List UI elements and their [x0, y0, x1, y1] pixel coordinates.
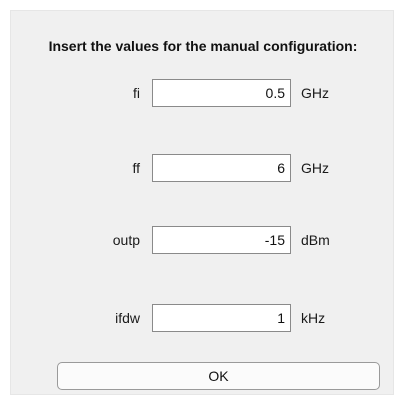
field-row-outp: outp dBm [11, 226, 395, 254]
fi-input[interactable] [152, 79, 291, 107]
field-row-ff: ff GHz [11, 154, 395, 182]
dialog-heading: Insert the values for the manual configu… [48, 38, 358, 54]
ff-input[interactable] [152, 154, 291, 182]
field-unit-ff: GHz [301, 160, 329, 176]
field-row-ifdw: ifdw kHz [11, 304, 395, 332]
field-unit-ifdw: kHz [301, 310, 326, 326]
ifdw-input[interactable] [152, 304, 291, 332]
field-unit-fi: GHz [301, 85, 329, 101]
field-unit-outp: dBm [301, 232, 330, 248]
field-label-ff: ff [132, 160, 140, 176]
field-label-fi: fi [133, 85, 140, 101]
field-label-outp: outp [112, 232, 140, 248]
outp-input[interactable] [152, 226, 291, 254]
manual-config-dialog: Insert the values for the manual configu… [10, 10, 394, 395]
field-row-fi: fi GHz [11, 79, 395, 107]
field-label-ifdw: ifdw [115, 310, 140, 326]
ok-button[interactable]: OK [57, 362, 380, 390]
